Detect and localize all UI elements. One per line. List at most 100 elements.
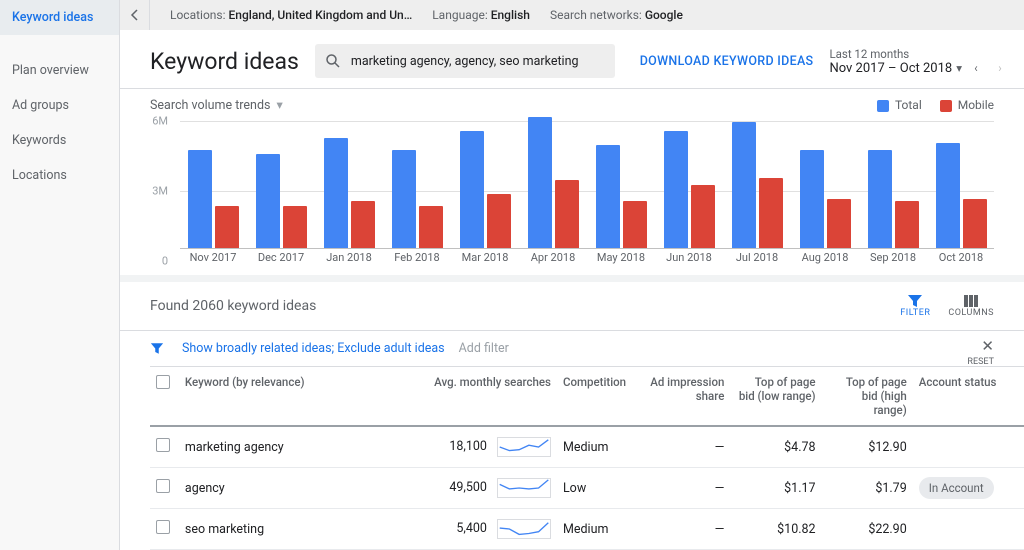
search-volume-chart: 03M6M Nov 2017Dec 2017Jan 2018Feb 2018Ma… [150,121,994,269]
col-keyword[interactable]: Keyword (by relevance) [179,367,413,427]
bar-group [792,150,858,248]
status-badge: In Account [919,477,994,499]
col-account-status[interactable]: Account status [913,367,1024,427]
bar-mobile [691,185,715,248]
date-prev-button[interactable]: ‹ [966,61,986,75]
cell-bid-high: $12.90 [822,426,913,468]
cell-impression-share: — [644,509,731,550]
col-bid-high[interactable]: Top of page bid (high range) [822,367,913,427]
row-checkbox[interactable] [156,438,170,452]
reset-filters-button[interactable]: RESET [967,357,994,367]
bar-mobile [283,206,307,248]
x-tick-label: Jul 2018 [724,251,790,269]
bar-group [928,143,994,248]
chart-legend: Total Mobile [877,98,994,112]
x-tick-label: Jan 2018 [316,251,382,269]
bar-total [324,138,348,248]
col-competition[interactable]: Competition [557,367,644,427]
bar-total [460,131,484,248]
filter-pill[interactable]: Show broadly related ideas; Exclude adul… [182,341,445,356]
sidebar-item-ad-groups[interactable]: Ad groups [0,88,119,123]
funnel-icon [150,342,164,355]
bar-mobile [895,201,919,248]
bar-mobile [215,206,239,248]
y-tick-label: 6M [144,115,168,128]
cell-keyword: agency [179,468,413,509]
bar-total [664,131,688,248]
sparkline [497,478,551,498]
search-icon [325,53,341,69]
bar-group [588,145,654,248]
date-next-button[interactable]: › [990,61,1010,75]
bar-group [724,122,790,248]
select-all-checkbox[interactable] [156,375,170,389]
col-bid-low[interactable]: Top of page bid (low range) [730,367,821,427]
x-tick-label: Dec 2017 [248,251,314,269]
bar-group [520,117,586,248]
col-avg-searches[interactable]: Avg. monthly searches [412,367,557,427]
cell-competition: Medium [557,426,644,468]
y-tick-label: 0 [144,255,168,268]
cell-bid-low: $10.82 [730,509,821,550]
results-summary-bar: Found 2060 keyword ideas FILTER COLUMNS [120,282,1024,330]
bar-total [392,150,416,248]
results-count: Found 2060 keyword ideas [150,298,316,314]
bar-group [384,150,450,248]
row-checkbox[interactable] [156,520,170,534]
bar-group [248,154,314,247]
x-tick-label: May 2018 [588,251,654,269]
col-impression-share[interactable]: Ad impression share [644,367,731,427]
bar-mobile [963,199,987,248]
row-checkbox[interactable] [156,479,170,493]
close-icon[interactable]: ✕ [981,337,994,355]
sidebar-item-keywords[interactable]: Keywords [0,123,119,158]
filter-icon [907,294,923,308]
add-filter-button[interactable]: Add filter [459,341,509,356]
bar-mobile [351,201,375,248]
sidebar-item-plan-overview[interactable]: Plan overview [0,53,119,88]
cell-competition: Medium [557,509,644,550]
bar-mobile [419,206,443,248]
columns-button[interactable]: COLUMNS [948,294,994,318]
bar-group [180,150,246,248]
x-tick-label: Feb 2018 [384,251,450,269]
table-row[interactable]: marketing agency18,100Medium—$4.78$12.90 [150,426,1024,468]
sidebar-item-locations[interactable]: Locations [0,158,119,193]
x-tick-label: Apr 2018 [520,251,586,269]
cell-keyword: seo marketing [179,509,413,550]
context-locations[interactable]: Locations: England, United Kingdom and U… [170,8,412,22]
back-icon[interactable] [120,0,150,30]
x-tick-label: Jun 2018 [656,251,722,269]
date-range-picker[interactable]: Last 12 months Nov 2017 – Oct 2018 ▾ ‹ › [829,47,1010,76]
cell-impression-share: — [644,468,731,509]
cell-bid-high: $22.90 [822,509,913,550]
header: Keyword ideas marketing agency, agency, … [120,30,1024,88]
bar-total [188,150,212,248]
filter-button[interactable]: FILTER [900,294,930,318]
cell-bid-low: $1.17 [730,468,821,509]
chart-dropdown-label: Search volume trends [150,98,270,113]
download-keyword-ideas-button[interactable]: DOWNLOAD KEYWORD IDEAS [640,54,814,69]
bar-total [596,145,620,248]
bar-group [860,150,926,248]
bar-mobile [759,178,783,248]
chevron-down-icon[interactable]: ▾ [956,61,962,75]
page-title: Keyword ideas [150,48,299,75]
date-hint-label: Last 12 months [829,47,1010,61]
x-tick-label: Sep 2018 [860,251,926,269]
x-tick-label: Mar 2018 [452,251,518,269]
table-row[interactable]: seo marketing5,400Medium—$10.82$22.90 [150,509,1024,550]
x-tick-label: Oct 2018 [928,251,994,269]
search-input[interactable]: marketing agency, agency, seo marketing [315,44,615,78]
sidebar-item-keyword-ideas[interactable]: Keyword ideas [0,0,119,35]
bar-mobile [623,201,647,248]
cell-impression-share: — [644,426,731,468]
bar-mobile [555,180,579,248]
x-tick-label: Nov 2017 [180,251,246,269]
sparkline [497,519,551,539]
context-language[interactable]: Language: English [432,8,530,22]
context-networks[interactable]: Search networks: Google [550,8,683,22]
table-row[interactable]: agency49,500Low—$1.17$1.79In Account [150,468,1024,509]
keyword-ideas-table: Keyword (by relevance) Avg. monthly sear… [150,366,1024,550]
cell-competition: Low [557,468,644,509]
